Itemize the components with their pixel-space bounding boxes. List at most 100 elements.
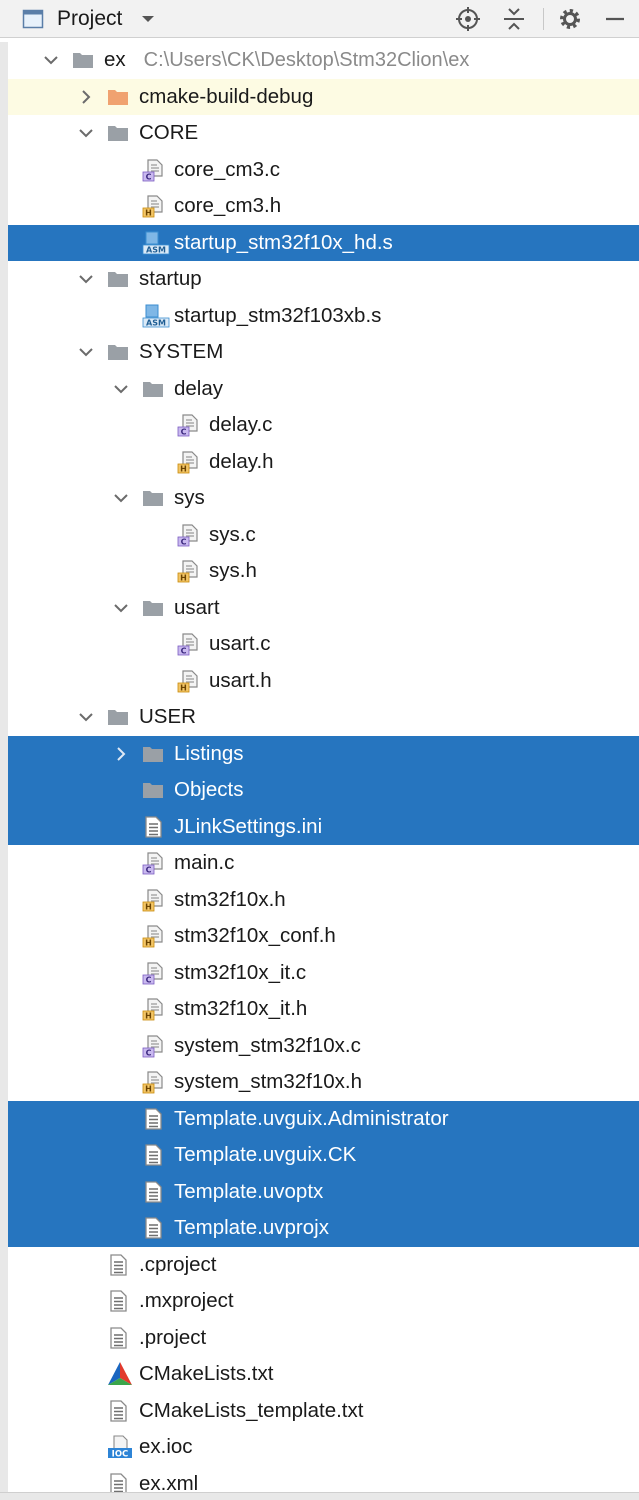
- tree-row[interactable]: Csys.c: [8, 517, 639, 554]
- tree-row[interactable]: ex C:\Users\CK\Desktop\Stm32Clion\ex: [8, 42, 639, 79]
- tree-row[interactable]: .cproject: [8, 1247, 639, 1284]
- tree-row[interactable]: Objects: [8, 772, 639, 809]
- tree-row-label: delay: [174, 376, 224, 400]
- text-file-icon: [142, 809, 164, 846]
- tree-row[interactable]: JLinkSettings.ini: [8, 808, 639, 846]
- tree-row[interactable]: CMakeLists_template.txt: [8, 1393, 639, 1430]
- gear-icon[interactable]: [557, 0, 583, 38]
- tree-row[interactable]: Cusart.c: [8, 626, 639, 663]
- folder-icon: [107, 334, 129, 371]
- tree-row-label-cell: delay.h: [209, 444, 274, 481]
- c-file-icon: C: [142, 152, 166, 189]
- tool-window-title[interactable]: Project: [57, 0, 122, 38]
- expand-arrow-down-icon[interactable]: [42, 42, 60, 79]
- horizontal-scrollbar[interactable]: [0, 1492, 639, 1500]
- project-tree[interactable]: ex C:\Users\CK\Desktop\Stm32Clion\ex cmake…: [0, 42, 639, 1492]
- tree-row[interactable]: Hstm32f10x_it.h: [8, 991, 639, 1028]
- tree-row-label: CMakeLists.txt: [139, 1362, 274, 1386]
- tree-row[interactable]: USER: [8, 699, 639, 736]
- expand-arrow-down-icon[interactable]: [77, 699, 95, 736]
- tree-row[interactable]: IOC ex.ioc: [8, 1429, 639, 1466]
- tree-row-label: usart: [174, 595, 220, 619]
- tree-row[interactable]: .project: [8, 1320, 639, 1357]
- tree-row[interactable]: Hdelay.h: [8, 444, 639, 481]
- tree-row[interactable]: Husart.h: [8, 663, 639, 700]
- svg-text:H: H: [145, 209, 152, 218]
- tree-row-label: startup: [139, 267, 202, 291]
- expand-arrow-down-icon[interactable]: [112, 480, 130, 517]
- h-file-icon: H: [142, 188, 166, 225]
- locate-icon[interactable]: [455, 0, 481, 38]
- tree-row[interactable]: .mxproject: [8, 1283, 639, 1320]
- tree-row[interactable]: Template.uvguix.CK: [8, 1137, 639, 1174]
- tree-row[interactable]: Hstm32f10x_conf.h: [8, 918, 639, 955]
- tree-row-label-cell: .cproject: [139, 1247, 216, 1284]
- tree-row[interactable]: Cstm32f10x_it.c: [8, 955, 639, 992]
- expand-arrow-right-icon[interactable]: [112, 736, 130, 773]
- tree-row[interactable]: ASM startup_stm32f103xb.s: [8, 298, 639, 335]
- tree-row[interactable]: Cmain.c: [8, 845, 639, 882]
- expand-arrow-down-icon[interactable]: [112, 590, 130, 627]
- svg-text:H: H: [180, 464, 187, 473]
- tree-row[interactable]: Hcore_cm3.h: [8, 188, 639, 225]
- tree-row-label: main.c: [174, 851, 235, 875]
- tree-row-label-cell: stm32f10x_it.c: [174, 955, 306, 992]
- tree-row[interactable]: Hstm32f10x.h: [8, 882, 639, 919]
- tree-row-label: ex: [104, 48, 126, 72]
- asm-file-icon: ASM: [142, 298, 170, 335]
- tree-row[interactable]: Template.uvprojx: [8, 1210, 639, 1247]
- c-file-icon: C: [177, 517, 201, 554]
- expand-arrow-right-icon[interactable]: [77, 79, 95, 116]
- tree-row-label-cell: system_stm32f10x.c: [174, 1028, 361, 1065]
- tree-row-label: .mxproject: [139, 1289, 234, 1313]
- tree-row-label: JLinkSettings.ini: [174, 814, 323, 838]
- expand-arrow-down-icon[interactable]: [77, 115, 95, 152]
- tree-row[interactable]: SYSTEM: [8, 334, 639, 371]
- tree-row-label-cell: Template.uvguix.CK: [174, 1137, 356, 1174]
- tree-row[interactable]: Template.uvguix.Administrator: [8, 1100, 639, 1137]
- root-path-label: C:\Users\CK\Desktop\Stm32Clion\ex: [143, 48, 470, 71]
- expand-arrow-down-icon[interactable]: [77, 334, 95, 371]
- svg-text:H: H: [180, 574, 187, 583]
- tree-row[interactable]: sys: [8, 480, 639, 517]
- folder-icon: [107, 261, 129, 298]
- tree-row[interactable]: cmake-build-debug: [8, 78, 639, 116]
- tree-row-label: sys.c: [209, 522, 256, 546]
- expand-arrow-down-icon[interactable]: [112, 371, 130, 408]
- tree-row[interactable]: Csystem_stm32f10x.c: [8, 1028, 639, 1065]
- tree-row[interactable]: CORE: [8, 115, 639, 152]
- tree-row-label: Listings: [174, 741, 244, 765]
- tree-row-label: CMakeLists_template.txt: [139, 1398, 364, 1422]
- tree-row[interactable]: Hsystem_stm32f10x.h: [8, 1064, 639, 1101]
- text-file-icon: [107, 1320, 129, 1357]
- tree-row-label-cell: CMakeLists.txt: [139, 1356, 273, 1393]
- tree-row-label-cell: .project: [139, 1320, 206, 1357]
- h-file-icon: H: [177, 663, 201, 700]
- folder-icon: [142, 772, 164, 809]
- tree-row[interactable]: ASM startup_stm32f10x_hd.s: [8, 224, 639, 261]
- tree-row[interactable]: Hsys.h: [8, 553, 639, 590]
- tree-row[interactable]: CMakeLists.txt: [8, 1356, 639, 1393]
- tree-row[interactable]: ex.xml: [8, 1466, 639, 1492]
- folder-icon: [72, 42, 94, 79]
- tree-row[interactable]: Listings: [8, 735, 639, 773]
- c-file-icon: C: [142, 845, 166, 882]
- tree-row[interactable]: Template.uvoptx: [8, 1173, 639, 1211]
- tree-row[interactable]: Cdelay.c: [8, 407, 639, 444]
- tree-row[interactable]: startup: [8, 261, 639, 298]
- tree-row-label-cell: Template.uvoptx: [174, 1174, 323, 1211]
- expand-arrow-down-icon[interactable]: [77, 261, 95, 298]
- tree-row-label-cell: sys: [174, 480, 205, 517]
- tree-row-label: stm32f10x_it.h: [174, 997, 308, 1021]
- tree-row-label-cell: delay.c: [209, 407, 272, 444]
- tree-row[interactable]: Ccore_cm3.c: [8, 152, 639, 189]
- minimize-icon[interactable]: [604, 0, 626, 38]
- collapse-all-icon[interactable]: [501, 0, 527, 38]
- tree-row[interactable]: delay: [8, 371, 639, 408]
- dropdown-arrow-icon[interactable]: [139, 0, 157, 38]
- tree-row[interactable]: usart: [8, 590, 639, 627]
- tree-row-label: core_cm3.c: [174, 157, 280, 181]
- tree-row-label-cell: sys.h: [209, 553, 257, 590]
- text-file-icon: [142, 1137, 164, 1174]
- tree-row-label-cell: cmake-build-debug: [139, 79, 313, 116]
